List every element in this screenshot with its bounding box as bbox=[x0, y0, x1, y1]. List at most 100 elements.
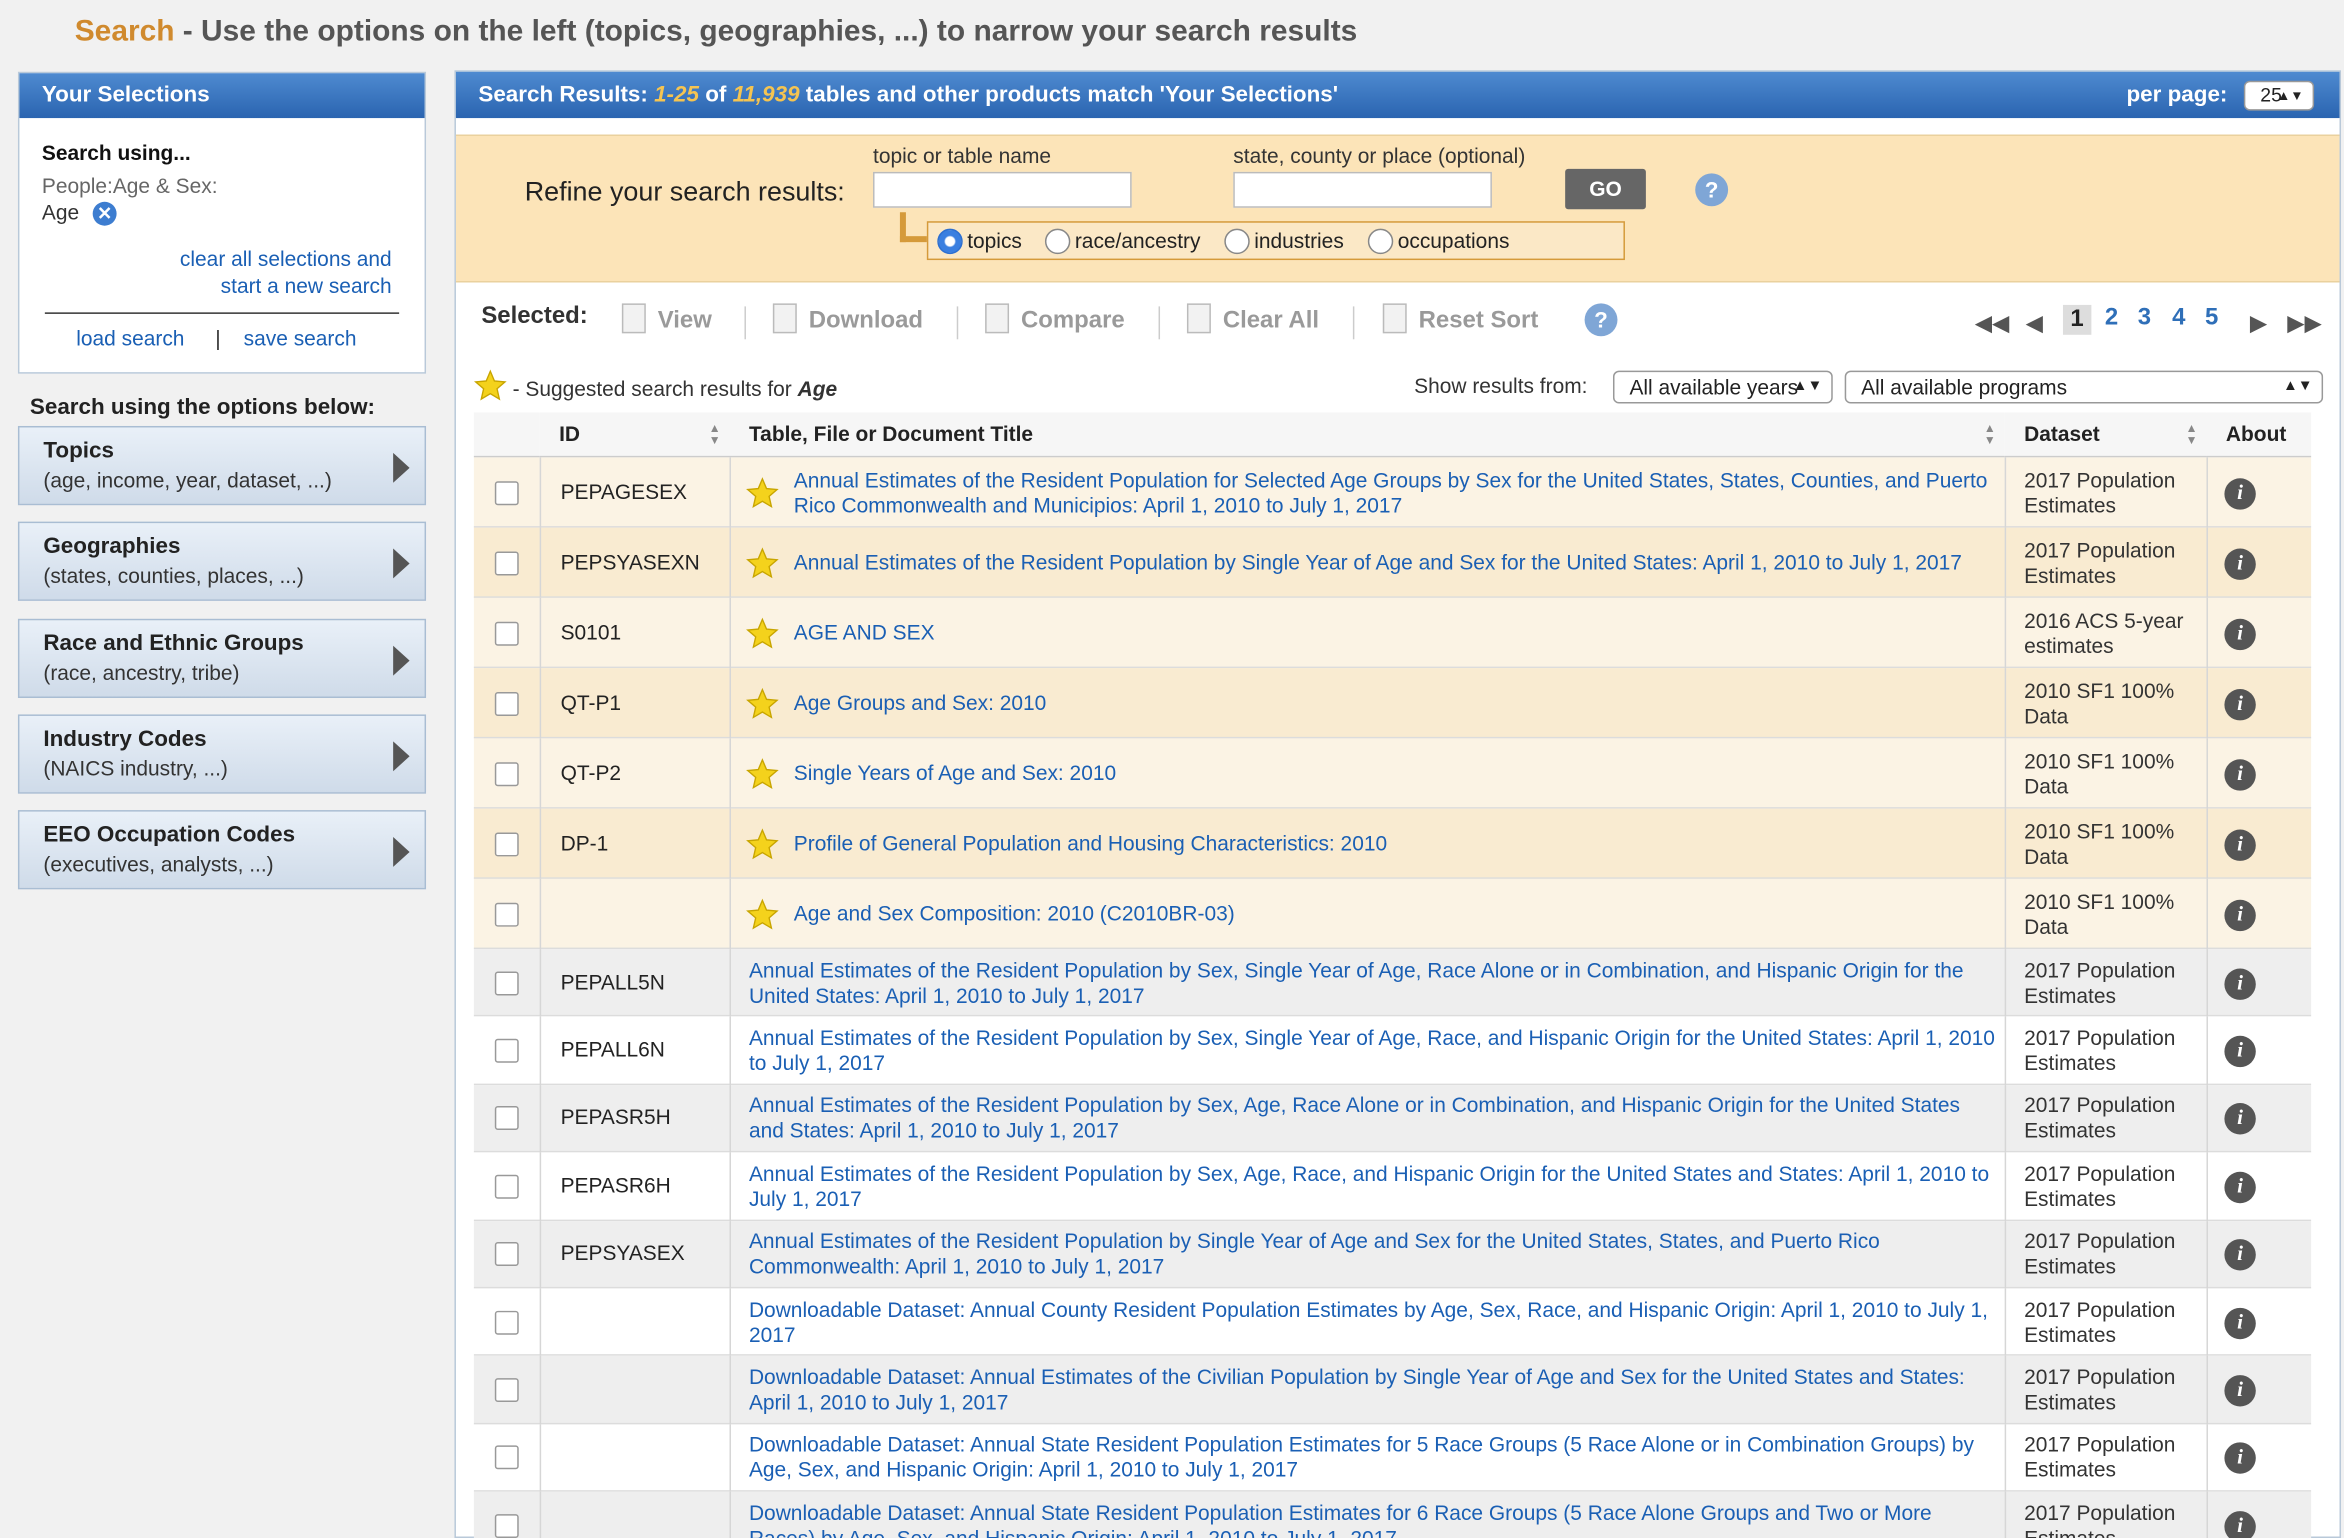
row-title-link[interactable]: Annual Estimates of the Resident Populat… bbox=[749, 1229, 1996, 1280]
compare-button[interactable]: Compare bbox=[985, 303, 1125, 334]
years-select[interactable]: All available years ▲▼ bbox=[1612, 370, 1833, 404]
page-link-5[interactable]: 5 bbox=[2205, 305, 2218, 332]
row-title-link[interactable]: Profile of General Population and Housin… bbox=[794, 831, 1996, 856]
row-title-link[interactable]: Annual Estimates of the Resident Populat… bbox=[749, 1093, 1996, 1144]
info-icon[interactable]: i bbox=[2224, 968, 2256, 1000]
row-checkbox[interactable] bbox=[494, 1513, 519, 1538]
radio-occupations-button[interactable] bbox=[1367, 228, 1394, 255]
column-header-title[interactable]: Table, File or Document Title ▲ ▼ bbox=[729, 412, 2005, 458]
expand-arrow-icon[interactable] bbox=[393, 741, 410, 772]
go-button[interactable]: GO bbox=[1565, 168, 1646, 210]
row-title-link[interactable]: Single Years of Age and Sex: 2010 bbox=[794, 761, 1996, 786]
prev-page-icon[interactable]: ◀ bbox=[2026, 309, 2043, 336]
topic-input[interactable] bbox=[873, 171, 1132, 208]
view-button[interactable]: View bbox=[621, 303, 712, 334]
row-checkbox[interactable] bbox=[494, 1038, 519, 1063]
page-link-4[interactable]: 4 bbox=[2172, 305, 2185, 332]
row-title-link[interactable]: Downloadable Dataset: Annual County Resi… bbox=[749, 1297, 1996, 1348]
expand-arrow-icon[interactable] bbox=[393, 837, 410, 868]
radio-topics[interactable]: topics bbox=[937, 228, 1022, 255]
search-option-race-and-ethnic-groups[interactable]: Race and Ethnic Groups (race, ancestry, t… bbox=[17, 618, 427, 698]
row-checkbox[interactable] bbox=[494, 971, 519, 995]
radio-race[interactable]: race/ancestry bbox=[1044, 228, 1200, 255]
toolbar-help-icon[interactable]: ? bbox=[1583, 302, 1619, 338]
download-button[interactable]: Download bbox=[772, 303, 923, 334]
info-icon[interactable]: i bbox=[2224, 1103, 2256, 1136]
clear-all-selections-link[interactable]: clear all selections and start a new sear… bbox=[180, 245, 392, 299]
clear-line-1[interactable]: clear all selections and bbox=[180, 247, 392, 271]
row-title-link[interactable]: Downloadable Dataset: Annual Estimates o… bbox=[749, 1365, 1996, 1416]
radio-race-button[interactable] bbox=[1044, 228, 1071, 255]
reset-sort-button[interactable]: Reset Sort bbox=[1382, 303, 1538, 334]
page-link-3[interactable]: 3 bbox=[2138, 305, 2151, 332]
row-checkbox[interactable] bbox=[494, 621, 519, 645]
info-icon[interactable]: i bbox=[2224, 1510, 2256, 1538]
row-title-link[interactable]: Annual Estimates of the Resident Populat… bbox=[749, 1161, 1996, 1212]
info-icon[interactable]: i bbox=[2224, 828, 2256, 861]
row-title-link[interactable]: Downloadable Dataset: Annual State Resid… bbox=[749, 1500, 1996, 1538]
radio-industries[interactable]: industries bbox=[1224, 228, 1344, 255]
row-checkbox[interactable] bbox=[494, 902, 519, 926]
radio-industries-button[interactable] bbox=[1224, 228, 1250, 255]
info-icon[interactable]: i bbox=[2224, 477, 2256, 509]
search-option-topics[interactable]: Topics (age, income, year, dataset, ...) bbox=[17, 425, 427, 506]
last-page-icon[interactable]: ▶▶ bbox=[2287, 309, 2321, 336]
row-title-link[interactable]: Annual Estimates of the Resident Populat… bbox=[794, 467, 1996, 518]
info-icon[interactable]: i bbox=[2224, 758, 2256, 790]
clear-line-2[interactable]: start a new search bbox=[221, 274, 392, 298]
row-title-link[interactable]: Downloadable Dataset: Annual State Resid… bbox=[749, 1433, 1996, 1484]
row-title-link[interactable]: Annual Estimates of the Resident Populat… bbox=[749, 1025, 1996, 1076]
info-icon[interactable]: i bbox=[2224, 1171, 2256, 1204]
radio-occupations[interactable]: occupations bbox=[1367, 228, 1509, 255]
radio-topics-button[interactable] bbox=[937, 228, 963, 255]
expand-arrow-icon[interactable] bbox=[393, 452, 410, 483]
sort-icon[interactable]: ▲ ▼ bbox=[1984, 422, 1996, 447]
row-checkbox[interactable] bbox=[494, 1242, 519, 1267]
row-checkbox[interactable] bbox=[494, 480, 519, 505]
row-title-link[interactable]: AGE AND SEX bbox=[794, 620, 1996, 645]
info-icon[interactable]: i bbox=[2224, 1443, 2256, 1475]
row-title-link[interactable]: Age Groups and Sex: 2010 bbox=[794, 691, 1996, 716]
geo-input[interactable] bbox=[1233, 171, 1492, 208]
row-checkbox[interactable] bbox=[494, 691, 519, 716]
page-link-2[interactable]: 2 bbox=[2105, 305, 2118, 332]
search-option-industry-codes[interactable]: Industry Codes (NAICS industry, ...) bbox=[17, 714, 427, 794]
row-checkbox[interactable] bbox=[494, 1310, 519, 1335]
search-option-geographies[interactable]: Geographies (states, counties, places, ..… bbox=[17, 522, 427, 602]
row-title-link[interactable]: Annual Estimates of the Resident Populat… bbox=[794, 550, 1996, 575]
programs-select[interactable]: All available programs ▲▼ bbox=[1844, 370, 2324, 404]
row-checkbox[interactable] bbox=[494, 761, 519, 786]
info-icon[interactable]: i bbox=[2224, 688, 2256, 720]
info-icon[interactable]: i bbox=[2224, 899, 2256, 931]
row-checkbox[interactable] bbox=[494, 1446, 519, 1470]
row-checkbox[interactable] bbox=[494, 550, 519, 575]
clear-all-button[interactable]: Clear All bbox=[1186, 303, 1319, 334]
first-page-icon[interactable]: ◀◀ bbox=[1975, 309, 2009, 336]
search-option-eeo-occupation-codes[interactable]: EEO Occupation Codes (executives, analyst… bbox=[17, 810, 427, 890]
column-header-id[interactable]: ID ▲ ▼ bbox=[539, 412, 730, 458]
sort-icon[interactable]: ▲ ▼ bbox=[2186, 422, 2198, 447]
column-header-dataset[interactable]: Dataset ▲ ▼ bbox=[2004, 412, 2207, 458]
info-icon[interactable]: i bbox=[2224, 547, 2256, 580]
load-search-link[interactable]: load search bbox=[76, 326, 184, 350]
per-page-select[interactable]: 25 ▲▼ bbox=[2243, 80, 2315, 111]
row-checkbox[interactable] bbox=[494, 1174, 519, 1199]
info-icon[interactable]: i bbox=[2224, 1239, 2256, 1271]
info-icon[interactable]: i bbox=[2224, 618, 2256, 650]
row-checkbox[interactable] bbox=[494, 1378, 519, 1403]
remove-selection-icon[interactable]: ✕ bbox=[92, 201, 117, 226]
row-checkbox[interactable] bbox=[494, 1106, 519, 1131]
expand-arrow-icon[interactable] bbox=[393, 548, 410, 579]
info-icon[interactable]: i bbox=[2224, 1307, 2256, 1339]
save-search-link[interactable]: save search bbox=[244, 326, 357, 350]
row-title-link[interactable]: Age and Sex Composition: 2010 (C2010BR-0… bbox=[794, 901, 1996, 926]
sort-icon[interactable]: ▲ ▼ bbox=[709, 422, 721, 447]
row-checkbox[interactable] bbox=[494, 831, 519, 856]
row-title-link[interactable]: Annual Estimates of the Resident Populat… bbox=[749, 958, 1996, 1009]
info-icon[interactable]: i bbox=[2224, 1035, 2256, 1068]
expand-arrow-icon[interactable] bbox=[393, 645, 410, 675]
help-icon[interactable]: ? bbox=[1694, 172, 1730, 208]
page-link-1[interactable]: 1 bbox=[2062, 304, 2092, 335]
next-page-icon[interactable]: ▶ bbox=[2250, 309, 2267, 336]
info-icon[interactable]: i bbox=[2224, 1375, 2256, 1407]
